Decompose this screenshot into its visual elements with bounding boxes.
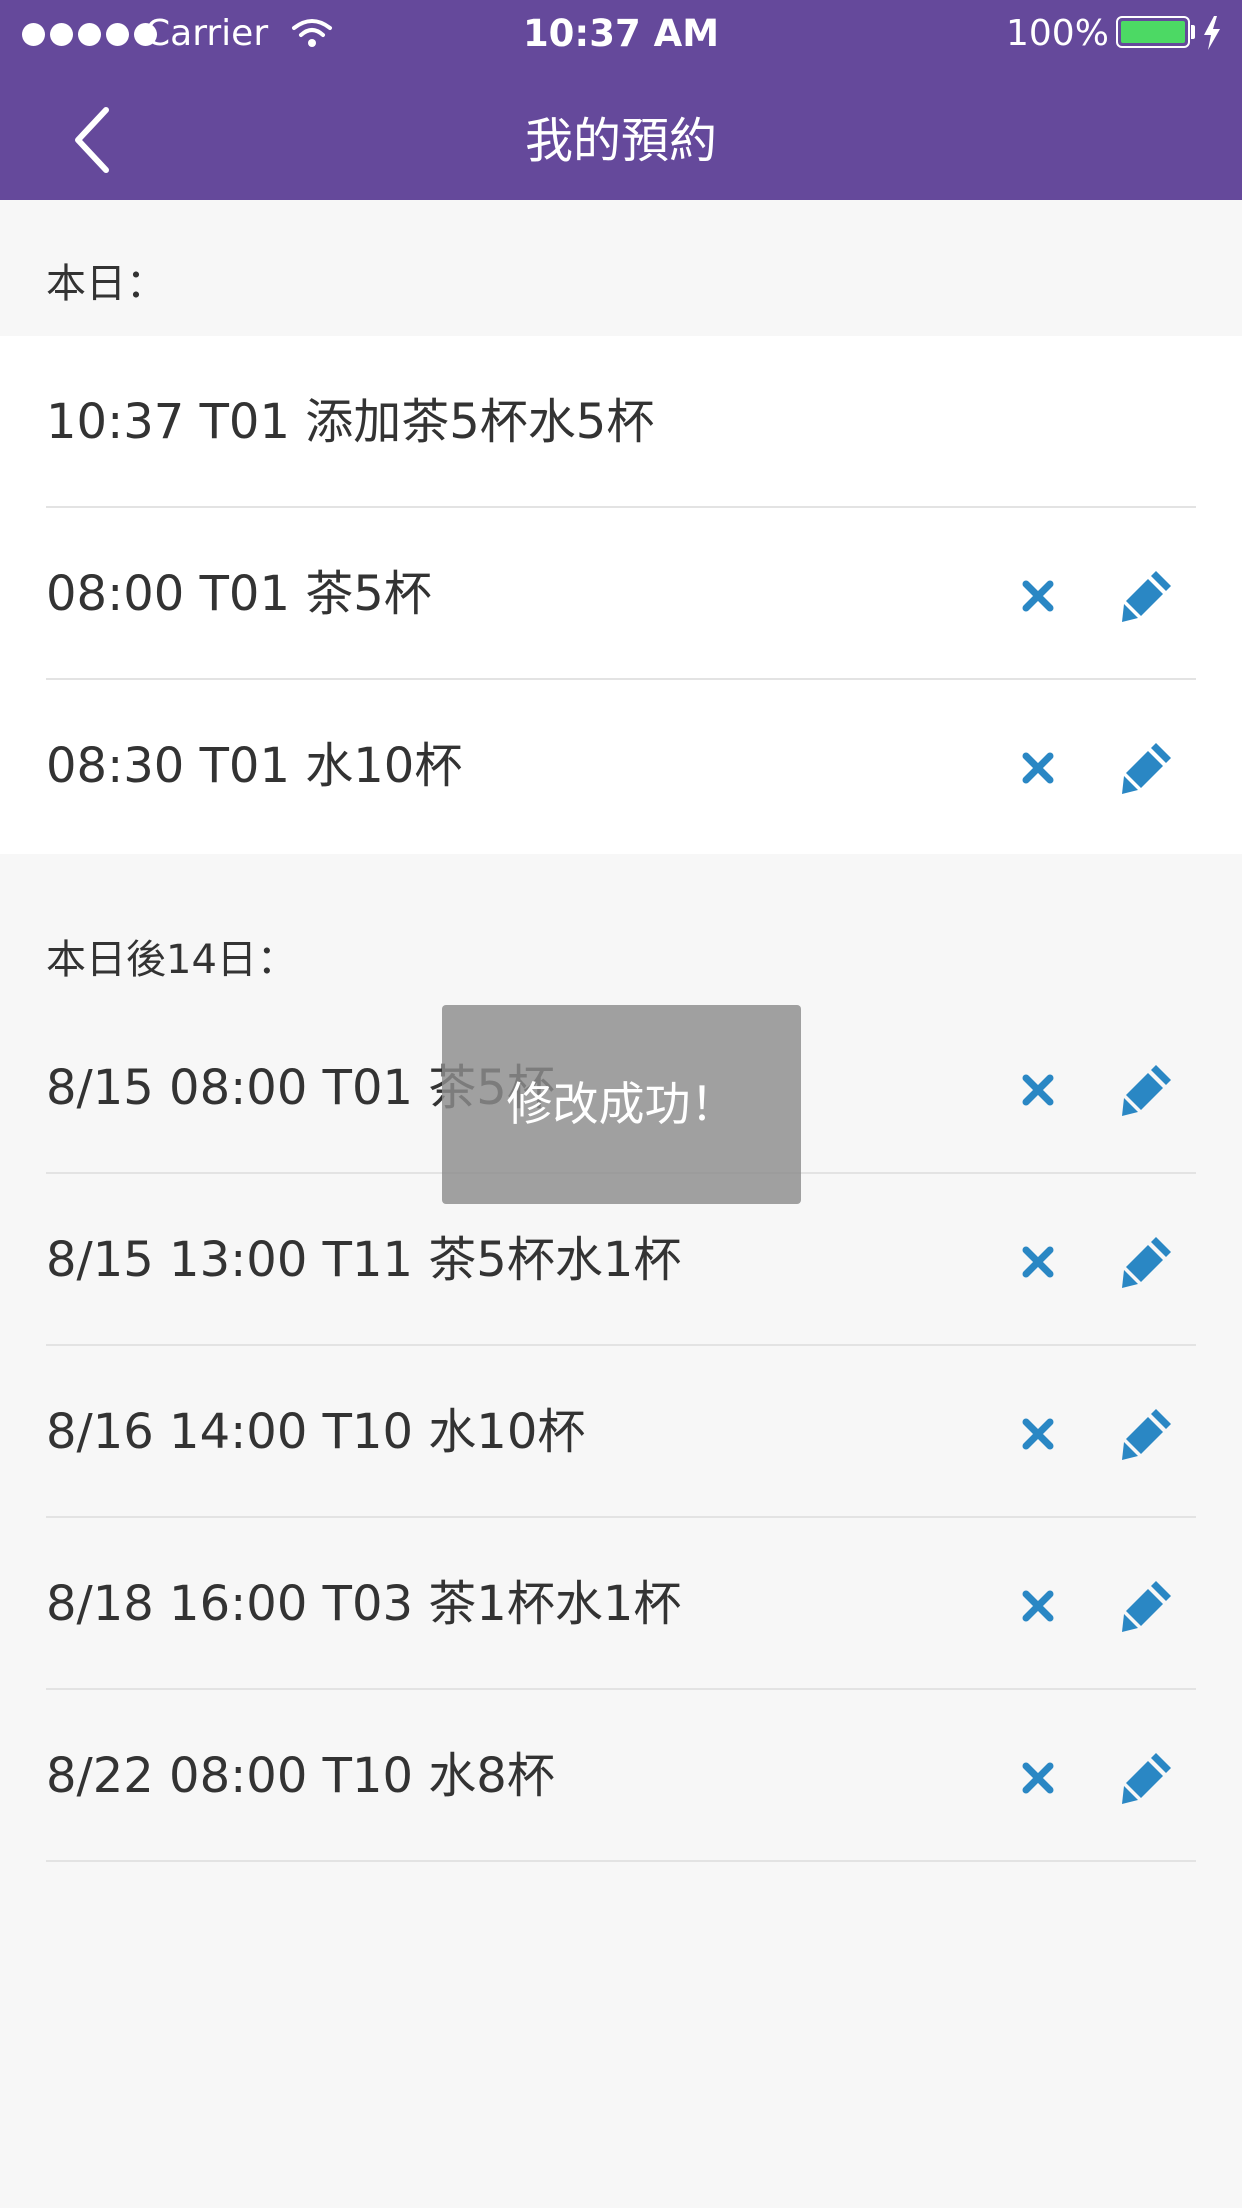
success-toast: 修改成功！ — [442, 1005, 801, 1204]
upcoming-section-label: 本日後14日： — [46, 937, 297, 983]
edit-pencil-icon[interactable] — [1118, 1062, 1174, 1118]
page-title: 我的預約 — [524, 113, 717, 169]
cancel-icon[interactable] — [1010, 740, 1066, 796]
list-item[interactable]: 08:30 T01 水10杯 — [46, 680, 1196, 852]
edit-pencil-icon[interactable] — [1118, 568, 1174, 624]
reservation-text: 10:37 T01 添加茶5杯水5杯 — [46, 394, 655, 450]
edit-pencil-icon[interactable] — [1118, 740, 1174, 796]
list-item[interactable]: 8/16 14:00 T10 水10杯 — [46, 1346, 1196, 1518]
today-section-label: 本日： — [46, 261, 166, 307]
battery-icon — [1116, 16, 1190, 48]
list-item[interactable]: 8/22 08:00 T10 水8杯 — [46, 1690, 1196, 1862]
list-item[interactable]: 08:00 T01 茶5杯 — [46, 508, 1196, 680]
status-bar: Carrier 10:37 AM 100% — [0, 0, 1242, 68]
app-header: Carrier 10:37 AM 100% 我的預約 — [0, 0, 1242, 200]
cancel-icon[interactable] — [1010, 568, 1066, 624]
edit-pencil-icon[interactable] — [1118, 1578, 1174, 1634]
cancel-icon[interactable] — [1010, 1578, 1066, 1634]
cancel-icon[interactable] — [1010, 1406, 1066, 1462]
reservation-text: 8/22 08:00 T10 水8杯 — [46, 1748, 555, 1804]
battery-tip — [1191, 25, 1195, 39]
list-item[interactable]: 10:37 T01 添加茶5杯水5杯 — [46, 336, 1196, 508]
cancel-icon[interactable] — [1010, 1234, 1066, 1290]
battery-percentage: 100% — [1006, 13, 1109, 54]
edit-pencil-icon[interactable] — [1118, 1750, 1174, 1806]
cancel-icon[interactable] — [1010, 1062, 1066, 1118]
today-list: 10:37 T01 添加茶5杯水5杯 08:00 T01 茶5杯 08:30 T… — [0, 336, 1242, 854]
reservation-text: 08:00 T01 茶5杯 — [46, 566, 432, 622]
charging-bolt-icon — [1204, 16, 1220, 50]
edit-pencil-icon[interactable] — [1118, 1406, 1174, 1462]
reservation-text: 08:30 T01 水10杯 — [46, 738, 463, 794]
reservation-text: 8/18 16:00 T03 茶1杯水1杯 — [46, 1576, 682, 1632]
cancel-icon[interactable] — [1010, 1750, 1066, 1806]
list-item[interactable]: 8/18 16:00 T03 茶1杯水1杯 — [46, 1518, 1196, 1690]
reservation-text: 8/16 14:00 T10 水10杯 — [46, 1404, 586, 1460]
reservation-text: 8/15 13:00 T11 茶5杯水1杯 — [46, 1232, 682, 1288]
edit-pencil-icon[interactable] — [1118, 1234, 1174, 1290]
